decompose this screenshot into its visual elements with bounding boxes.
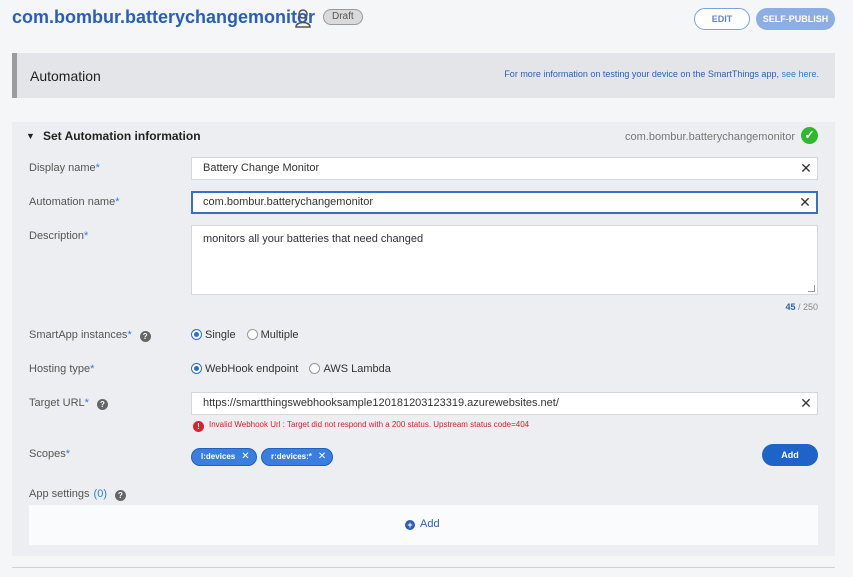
collapse-caret-icon[interactable]: ▼ (26, 131, 35, 141)
top-bar: com.bombur.batterychangemonitor Draft ED… (0, 0, 853, 42)
info-text-body: For more information on testing your dev… (504, 69, 779, 79)
help-icon[interactable]: ? (115, 490, 126, 501)
radio-single[interactable]: Single (191, 329, 236, 341)
help-icon[interactable]: ? (96, 399, 108, 410)
scope-chip[interactable]: r:devices:* ✕ (261, 448, 334, 466)
radio-unchecked-icon (246, 329, 258, 340)
instances-label: SmartApp instances*? (29, 329, 151, 342)
hosting-radio-group: WebHook endpoint AWS Lambda (191, 363, 399, 375)
radio-multiple[interactable]: Multiple (246, 329, 299, 341)
add-app-setting-button[interactable]: + Add (405, 518, 440, 530)
display-name-label: Display name* (29, 162, 100, 174)
char-counter: 45 / 250 (785, 302, 818, 312)
radio-unchecked-icon (309, 363, 321, 374)
target-url-field[interactable]: https://smartthingswebhooksample12018120… (191, 392, 818, 415)
user-icon[interactable] (295, 8, 311, 28)
divider (12, 567, 835, 568)
plus-icon: + (405, 520, 415, 530)
info-link[interactable]: see here. (781, 69, 819, 79)
radio-checked-icon (191, 363, 202, 374)
section-header: Automation For more information on testi… (12, 53, 835, 98)
check-icon: ✓ (801, 127, 818, 144)
description-textarea[interactable]: monitors all your batteries that need ch… (191, 225, 818, 295)
target-url-value: https://smartthingswebhooksample12018120… (203, 397, 559, 409)
hosting-label: Hosting type* (29, 363, 95, 375)
panel-title[interactable]: Set Automation information (43, 129, 201, 143)
target-url-error: ! Invalid Webhook Url : Target did not re… (193, 420, 529, 432)
edit-button[interactable]: EDIT (694, 8, 750, 30)
display-name-value: Battery Change Monitor (203, 162, 320, 174)
resize-handle[interactable] (808, 285, 815, 292)
automation-name-value: com.bombur.batterychangemonitor (203, 196, 373, 208)
clear-icon[interactable]: ✕ (798, 193, 812, 212)
instances-radio-group: Single Multiple (191, 329, 307, 341)
radio-aws-lambda[interactable]: AWS Lambda (309, 363, 391, 375)
info-text: For more information on testing your dev… (504, 69, 819, 79)
status-badge: Draft (323, 9, 363, 25)
app-settings-label: App settings (0)? (29, 488, 126, 501)
app-settings-box: + Add (29, 505, 818, 545)
radio-checked-icon (191, 329, 202, 340)
description-value: monitors all your batteries that need ch… (203, 233, 424, 245)
error-icon: ! (193, 421, 204, 432)
clear-icon[interactable]: ✕ (799, 393, 813, 414)
app-title: com.bombur.batterychangemonitor (12, 7, 316, 27)
automation-name-field[interactable]: com.bombur.batterychangemonitor ✕ (191, 191, 818, 214)
section-title: Automation (30, 68, 101, 84)
panel-app-id: com.bombur.batterychangemonitor (625, 131, 795, 143)
self-publish-button[interactable]: SELF-PUBLISH (756, 8, 835, 30)
remove-chip-icon[interactable]: ✕ (241, 451, 249, 462)
add-scope-button[interactable]: Add (762, 444, 818, 466)
remove-chip-icon[interactable]: ✕ (318, 451, 326, 462)
radio-webhook[interactable]: WebHook endpoint (191, 363, 298, 375)
target-url-label: Target URL*? (29, 397, 108, 410)
help-icon[interactable]: ? (139, 331, 151, 342)
automation-info-panel: ▼ Set Automation information com.bombur.… (12, 122, 835, 556)
scope-chip[interactable]: l:devices ✕ (191, 448, 257, 466)
scopes-label: Scopes* (29, 448, 70, 460)
description-label: Description* (29, 230, 89, 242)
display-name-field[interactable]: Battery Change Monitor ✕ (191, 157, 818, 180)
clear-icon[interactable]: ✕ (799, 158, 813, 179)
automation-name-label: Automation name* (29, 196, 120, 208)
